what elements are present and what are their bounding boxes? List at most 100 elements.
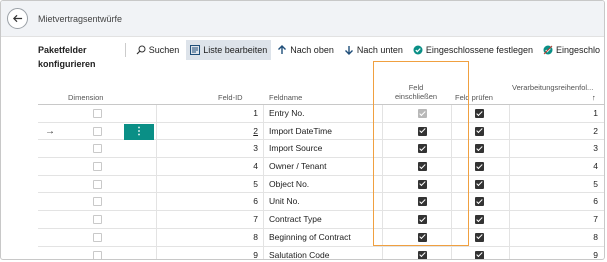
move-up-label: Nach oben	[290, 45, 334, 55]
column-divider	[263, 122, 264, 140]
field-id-cell: 4	[253, 161, 258, 172]
dimension-checkbox[interactable]	[93, 144, 102, 154]
column-header-field-id[interactable]: Feld-ID	[218, 93, 243, 102]
column-header-field-name[interactable]: Feldname	[269, 93, 302, 102]
validate-field-checkbox[interactable]	[475, 232, 484, 242]
validate-field-checkbox[interactable]	[475, 179, 484, 189]
processing-order-cell: 9	[593, 249, 598, 260]
dimension-checkbox[interactable]	[93, 162, 102, 172]
arrow-up-icon	[277, 45, 287, 55]
dimension-checkbox[interactable]	[93, 179, 102, 189]
column-divider	[156, 122, 157, 140]
field-id-cell[interactable]: 2	[213, 123, 258, 141]
column-divider	[263, 105, 264, 122]
move-down-label: Nach unten	[356, 45, 403, 55]
dimension-checkbox[interactable]	[93, 109, 102, 118]
column-header-dimension[interactable]: Dimension	[68, 93, 103, 102]
field-id-cell: 9	[253, 249, 258, 260]
edit-list-button[interactable]: Liste bearbeiten	[186, 40, 272, 60]
column-divider	[509, 246, 510, 259]
column-divider	[509, 122, 510, 140]
page-title: Mietvertragsentwürfe	[38, 14, 123, 24]
processing-order-cell: 5	[593, 178, 598, 189]
toolbar-title: Paketfelder konfigurieren	[38, 43, 126, 69]
check-circle-slash-icon	[543, 45, 553, 55]
field-name-cell: Import DateTime	[269, 125, 332, 136]
field-name-cell: Contract Type	[269, 214, 322, 225]
column-divider	[509, 211, 510, 228]
table-row[interactable]: 8 Beginning of Contract 8	[38, 228, 604, 247]
table-row[interactable]: 9 Salutation Code 9	[38, 246, 604, 260]
validate-field-checkbox[interactable]	[475, 126, 484, 136]
field-id-cell: 3	[253, 143, 258, 154]
column-divider	[156, 211, 157, 228]
dimension-checkbox[interactable]	[93, 232, 102, 242]
arrow-left-icon	[12, 14, 23, 23]
check-circle-icon	[413, 45, 423, 55]
move-down-button[interactable]: Nach unten	[340, 40, 407, 60]
column-divider	[263, 140, 264, 158]
row-menu-button[interactable]: ⋮	[124, 123, 154, 140]
clear-included-button[interactable]: Eingeschlo	[539, 40, 604, 60]
column-divider	[263, 228, 264, 246]
validate-field-checkbox[interactable]	[475, 215, 484, 225]
column-header-processing-order[interactable]: Verarbeitungsreihenfol...	[512, 83, 604, 92]
table-row[interactable]: 6 Unit No. 6	[38, 193, 604, 212]
processing-order-cell: 8	[593, 231, 598, 242]
sort-ascending-icon: ↑	[592, 93, 596, 102]
column-divider	[263, 158, 264, 175]
field-id-cell: 8	[253, 231, 258, 242]
table-row[interactable]: 7 Contract Type 7	[38, 211, 604, 229]
table-row[interactable]: 4 Owner / Tenant 4	[38, 158, 604, 176]
processing-order-cell: 6	[593, 196, 598, 207]
column-divider	[509, 105, 510, 122]
field-id-cell: 6	[253, 196, 258, 207]
window-frame: Mietvertragsentwürfe Paketfelder konfigu…	[0, 0, 605, 260]
column-divider	[451, 246, 452, 259]
dimension-checkbox[interactable]	[93, 215, 102, 225]
table-row[interactable]: → ⋮ 2 Import DateTime 2	[38, 122, 604, 141]
include-field-checkbox[interactable]	[418, 250, 427, 259]
clear-included-label: Eingeschlo	[555, 45, 600, 55]
column-divider	[156, 246, 157, 259]
column-divider	[509, 175, 510, 193]
column-divider	[509, 228, 510, 246]
column-divider	[156, 158, 157, 175]
column-divider	[156, 228, 157, 246]
column-divider	[263, 193, 264, 211]
field-id-cell: 1	[253, 108, 258, 118]
validate-field-checkbox[interactable]	[475, 144, 484, 154]
processing-order-cell: 2	[593, 125, 598, 136]
validate-field-checkbox[interactable]	[475, 162, 484, 172]
dimension-checkbox[interactable]	[93, 250, 102, 259]
column-divider	[509, 140, 510, 158]
set-included-label: Eingeschlossene festlegen	[425, 45, 533, 55]
validate-field-checkbox[interactable]	[475, 250, 484, 259]
set-included-button[interactable]: Eingeschlossene festlegen	[409, 40, 537, 60]
table-row[interactable]: 5 Object No. 5	[38, 175, 604, 194]
column-divider	[509, 193, 510, 211]
validate-field-checkbox[interactable]	[475, 109, 484, 118]
column-divider	[263, 175, 264, 193]
search-button[interactable]: Suchen	[132, 40, 184, 60]
table-row[interactable]: 3 Import Source 3	[38, 140, 604, 159]
column-divider	[263, 211, 264, 228]
edit-list-icon	[190, 45, 201, 55]
search-icon	[136, 45, 146, 55]
dimension-checkbox[interactable]	[93, 126, 102, 136]
table-row[interactable]: 1 Entry No. 1	[38, 105, 604, 123]
arrow-down-icon	[344, 45, 354, 55]
validate-field-checkbox[interactable]	[475, 197, 484, 207]
field-name-cell: Beginning of Contract	[269, 231, 351, 242]
move-up-button[interactable]: Nach oben	[273, 40, 338, 60]
dimension-checkbox[interactable]	[93, 197, 102, 207]
field-name-cell: Object No.	[269, 178, 310, 189]
field-id-cell: 5	[253, 178, 258, 189]
grid-body: 1 Entry No. 1 → ⋮ 2 Import DateTime 2 3 …	[38, 105, 604, 260]
back-button[interactable]	[7, 8, 28, 29]
column-divider	[156, 175, 157, 193]
field-name-cell: Salutation Code	[269, 249, 330, 260]
processing-order-cell: 1	[593, 108, 598, 118]
column-divider	[509, 158, 510, 175]
highlight-box	[373, 61, 469, 246]
